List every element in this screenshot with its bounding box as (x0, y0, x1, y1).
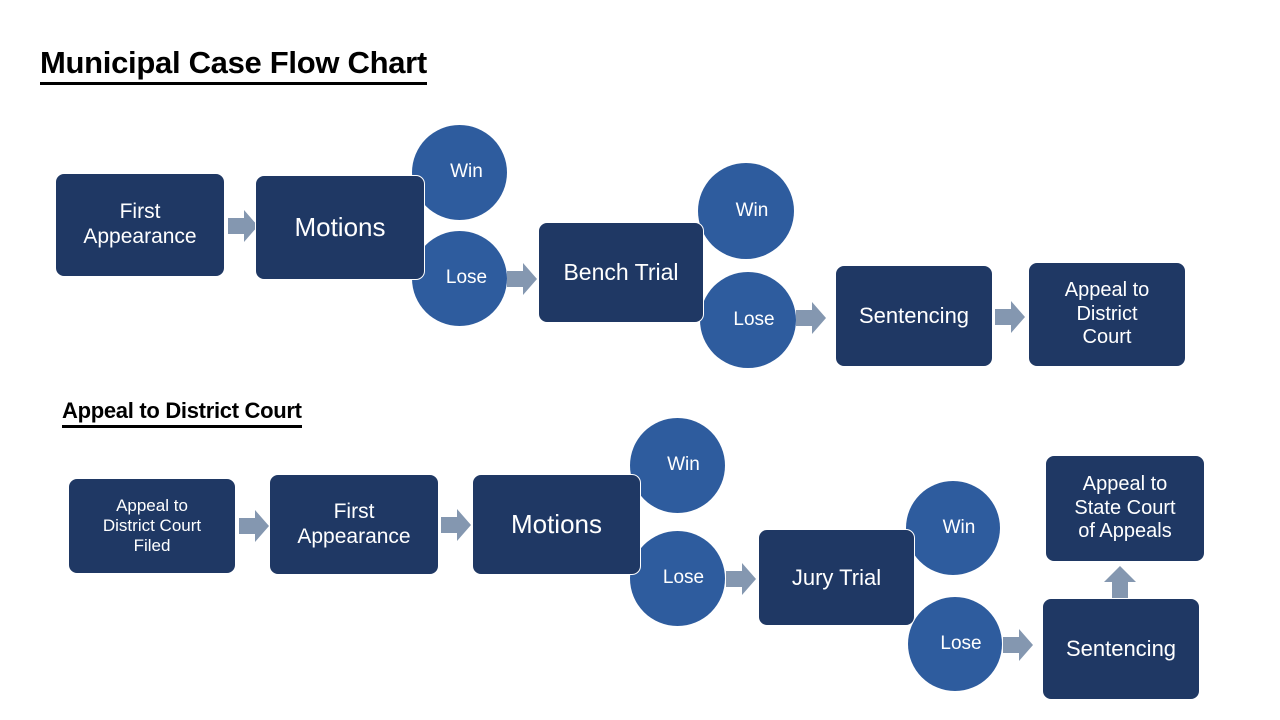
node-motions-win-municipal[interactable]: Win (412, 125, 507, 220)
node-jury-trial-lose[interactable]: Lose (908, 597, 1002, 691)
node-appeal-to-state-court-of-appeals[interactable]: Appeal to State Court of Appeals (1045, 455, 1205, 562)
page-title-text: Municipal Case Flow Chart (40, 45, 427, 80)
node-label: First Appearance (83, 200, 197, 248)
node-label: Sentencing (1065, 636, 1177, 662)
arrow-motions-lose-to-jury-trial (726, 561, 756, 597)
node-label: Lose (733, 308, 775, 330)
node-label: Win (735, 199, 769, 221)
node-appeal-district-court-filed[interactable]: Appeal to District Court Filed (68, 478, 236, 574)
node-label: Appeal to District Court (1064, 279, 1150, 349)
node-jury-trial[interactable]: Jury Trial (758, 529, 915, 626)
node-label: Win (942, 516, 976, 538)
page-title-underline (40, 82, 427, 85)
node-jury-trial-win[interactable]: Win (906, 481, 1000, 575)
node-motions-lose-appeal[interactable]: Lose (630, 531, 725, 626)
arrow-first-appearance-to-motions-municipal (228, 208, 258, 244)
node-label: Appeal to State Court of Appeals (1074, 473, 1176, 543)
node-label: Win (450, 161, 483, 183)
arrow-appeal-filed-to-first-appearance (239, 508, 269, 544)
node-label: Lose (940, 632, 982, 654)
flow-chart-canvas: Municipal Case Flow Chart First Appearan… (0, 0, 1280, 720)
node-label: Lose (445, 267, 488, 289)
node-bench-trial[interactable]: Bench Trial (538, 222, 704, 323)
node-label: Sentencing (858, 303, 970, 329)
section-heading-text: Appeal to District Court (62, 398, 302, 423)
node-motions-win-appeal[interactable]: Win (630, 418, 725, 513)
page-title: Municipal Case Flow Chart (40, 45, 427, 85)
node-label: Appeal to District Court Filed (102, 495, 202, 556)
node-bench-trial-win[interactable]: Win (698, 163, 794, 259)
arrow-motions-lose-to-bench-trial (507, 261, 537, 297)
node-label: Bench Trial (563, 258, 679, 285)
node-motions-appeal[interactable]: Motions (472, 474, 641, 575)
node-appeal-to-district-court[interactable]: Appeal to District Court (1028, 262, 1186, 367)
node-label: Jury Trial (791, 564, 882, 590)
node-label: Motions (510, 509, 603, 540)
arrow-first-appearance-to-motions-appeal (441, 507, 471, 543)
node-label: Motions (294, 212, 386, 243)
section-heading-underline (62, 425, 302, 428)
node-bench-trial-lose[interactable]: Lose (700, 272, 796, 368)
section-heading-appeal: Appeal to District Court (62, 398, 302, 428)
node-first-appearance-municipal[interactable]: First Appearance (55, 173, 225, 277)
arrow-sentencing-to-appeal-district (995, 299, 1025, 335)
node-motions-municipal[interactable]: Motions (255, 175, 425, 280)
arrow-bench-lose-to-sentencing (796, 300, 826, 336)
arrow-sentencing-to-appeal-state-court (1102, 566, 1138, 598)
node-motions-lose-municipal[interactable]: Lose (412, 231, 507, 326)
node-label: Lose (662, 567, 705, 589)
arrow-jury-lose-to-sentencing (1003, 627, 1033, 663)
node-sentencing-municipal[interactable]: Sentencing (835, 265, 993, 367)
node-label: First Appearance (297, 499, 411, 548)
node-sentencing-appeal[interactable]: Sentencing (1042, 598, 1200, 700)
node-label: Win (667, 454, 700, 476)
node-first-appearance-appeal[interactable]: First Appearance (269, 474, 439, 575)
